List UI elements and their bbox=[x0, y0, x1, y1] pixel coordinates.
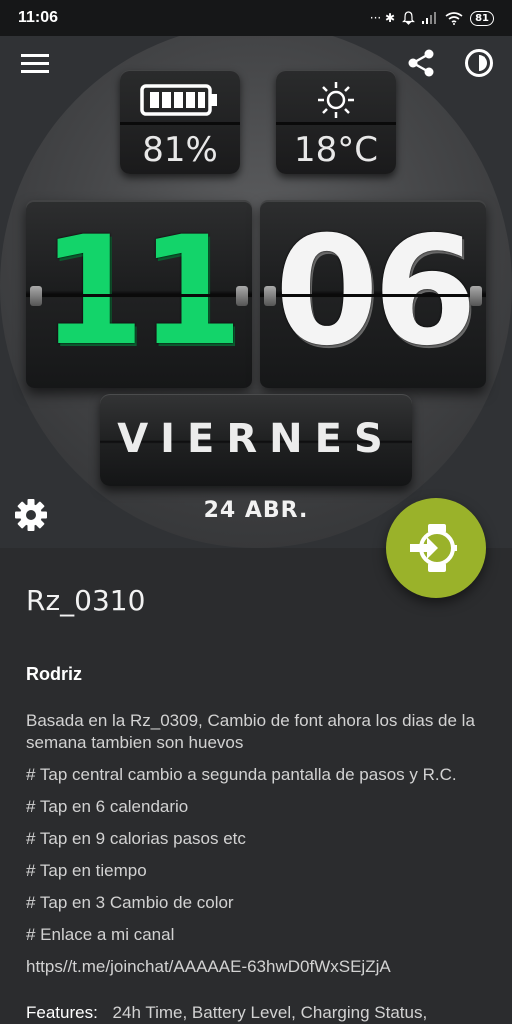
status-battery-icon: 81 bbox=[470, 10, 494, 26]
share-icon bbox=[408, 49, 434, 77]
status-time: 11:06 bbox=[18, 9, 59, 26]
hour-digits: 11 bbox=[40, 205, 244, 379]
watch-preview: 81% 18°C 11 06 VIERNES 24 ABR. bbox=[0, 36, 512, 548]
watch-install-icon bbox=[410, 524, 457, 572]
minute-digits: 06 bbox=[274, 205, 478, 379]
install-on-watch-button[interactable] bbox=[386, 498, 486, 598]
minute-flip-card[interactable]: 06 bbox=[260, 200, 486, 388]
alarm-bell-icon bbox=[402, 11, 416, 25]
battery-complication[interactable]: 81% bbox=[120, 70, 240, 174]
notification-dots-bluetooth-icon: ··· ✱ bbox=[369, 11, 396, 25]
menu-icon bbox=[21, 54, 49, 73]
watchface-title: Rz_0310 bbox=[26, 584, 146, 617]
description-line: # Tap en 3 Cambio de color bbox=[26, 893, 234, 912]
description-line: # Tap en 9 calorias pasos etc bbox=[26, 829, 246, 848]
weekday-flip-card[interactable]: VIERNES bbox=[100, 394, 412, 486]
settings-gear-icon bbox=[15, 499, 47, 531]
sun-icon bbox=[318, 82, 354, 118]
weekday-text: VIERNES bbox=[117, 416, 395, 462]
features-value: 24h Time, Battery Level, Charging Status… bbox=[112, 1003, 428, 1022]
weather-complication[interactable]: 18°C bbox=[276, 70, 396, 174]
battery-full-icon bbox=[140, 84, 217, 116]
telegram-link[interactable]: https//t.me/joinchat/AAAAAE-63hwD0fWxSEj… bbox=[26, 956, 492, 978]
description-line: # Enlace a mi canal bbox=[26, 925, 175, 944]
description: Basada en la Rz_0309, Cambio de font aho… bbox=[26, 710, 492, 988]
watch-settings-button[interactable] bbox=[14, 498, 48, 532]
status-bar: 11:06 ··· ✱ 81 bbox=[0, 0, 512, 36]
description-line: # Tap en tiempo bbox=[26, 861, 147, 880]
signal-icon bbox=[422, 12, 437, 24]
theme-icon bbox=[465, 49, 493, 77]
description-line: Basada en la Rz_0309, Cambio de font aho… bbox=[26, 711, 475, 752]
menu-button[interactable] bbox=[18, 46, 52, 80]
description-line: # Tap central cambio a segunda pantalla … bbox=[26, 765, 457, 784]
battery-percent: 81% bbox=[142, 130, 218, 170]
temperature: 18°C bbox=[293, 130, 378, 170]
features-line: Features: 24h Time, Battery Level, Charg… bbox=[26, 1003, 512, 1023]
author-name[interactable]: Rodriz bbox=[26, 664, 82, 685]
description-line: # Tap en 6 calendario bbox=[26, 797, 189, 816]
hour-flip-card[interactable]: 11 bbox=[26, 200, 252, 388]
wifi-icon bbox=[445, 11, 463, 25]
features-label: Features: bbox=[26, 1003, 98, 1022]
share-button[interactable] bbox=[404, 46, 438, 80]
status-icons: ··· ✱ 81 bbox=[369, 10, 494, 26]
theme-toggle-button[interactable] bbox=[462, 46, 496, 80]
